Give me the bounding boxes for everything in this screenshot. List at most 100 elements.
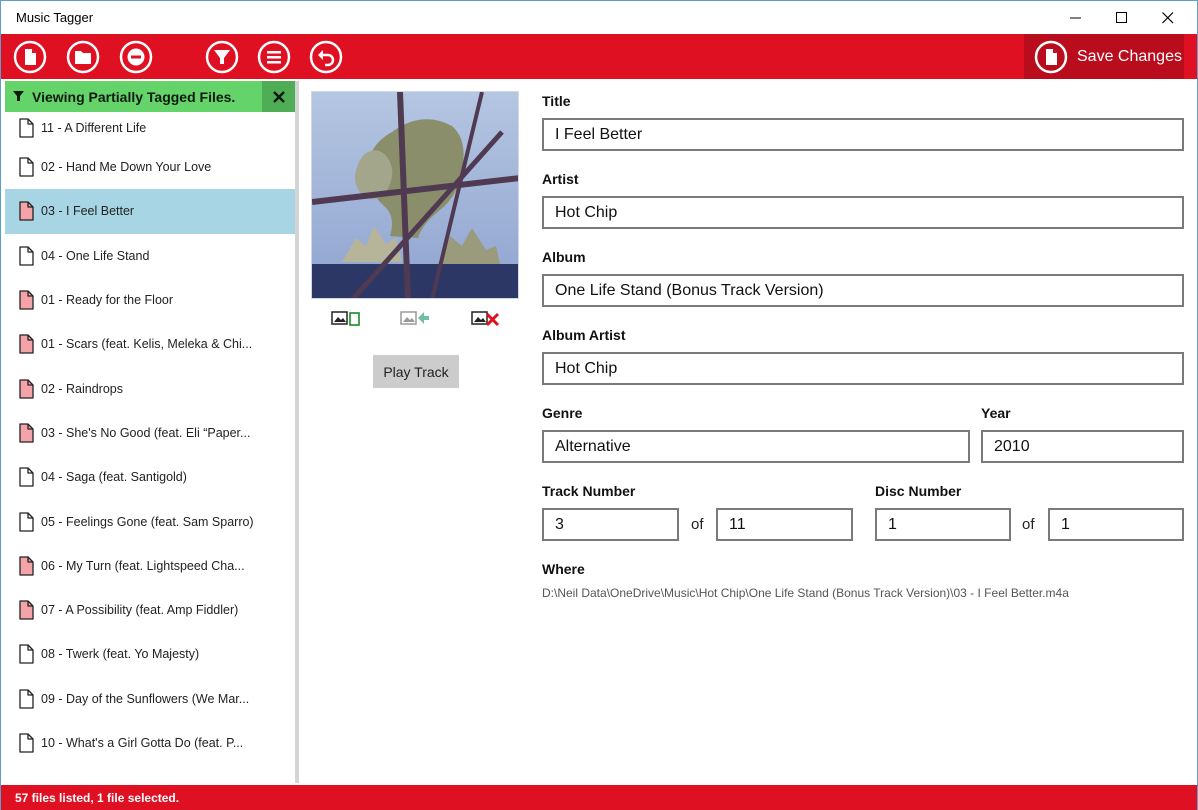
add-artwork-button[interactable] bbox=[331, 308, 361, 328]
track-number-field[interactable]: 3 bbox=[542, 508, 679, 541]
file-list-item[interactable]: 06 - My Turn (feat. Lightspeed Cha... bbox=[5, 544, 295, 588]
file-list-panel: Viewing Partially Tagged Files. 11 - A D… bbox=[5, 81, 295, 783]
save-icon bbox=[1034, 40, 1068, 74]
list-view-button[interactable] bbox=[257, 40, 291, 74]
clear-filter-button[interactable] bbox=[262, 81, 295, 112]
save-changes-button[interactable]: Save Changes bbox=[1024, 34, 1184, 79]
file-name: 03 - She's No Good (feat. Eli “Paper... bbox=[41, 425, 251, 440]
close-icon bbox=[1162, 11, 1174, 23]
filter-button[interactable] bbox=[205, 40, 239, 74]
file-icon bbox=[19, 556, 34, 576]
genre-label: Genre bbox=[542, 405, 583, 421]
where-label: Where bbox=[542, 561, 585, 577]
file-name: 08 - Twerk (feat. Yo Majesty) bbox=[41, 647, 200, 662]
artist-field[interactable]: Hot Chip bbox=[542, 196, 1184, 229]
file-icon bbox=[19, 511, 34, 532]
undo-icon bbox=[309, 40, 343, 74]
file-list-item[interactable]: 10 - What's a Girl Gotta Do (feat. P... bbox=[5, 721, 295, 765]
restore-image-icon bbox=[400, 311, 429, 325]
artist-label: Artist bbox=[542, 171, 579, 187]
album-field[interactable]: One Life Stand (Bonus Track Version) bbox=[542, 274, 1184, 307]
remove-artwork-button[interactable] bbox=[471, 308, 501, 328]
title-field[interactable]: I Feel Better bbox=[542, 118, 1184, 151]
disc-number-field[interactable]: 1 bbox=[875, 508, 1011, 541]
file-icon bbox=[19, 334, 34, 354]
filter-banner-text: Viewing Partially Tagged Files. bbox=[32, 89, 236, 105]
file-name: 11 - A Different Life bbox=[41, 121, 147, 135]
file-list-item[interactable]: 05 - Feelings Gone (feat. Sam Sparro) bbox=[5, 499, 295, 543]
file-list-item[interactable]: 07 - A Possibility (feat. Amp Fiddler) bbox=[5, 588, 295, 632]
album-artist-field[interactable]: Hot Chip bbox=[542, 352, 1184, 385]
file-list-item[interactable]: 03 - She's No Good (feat. Eli “Paper... bbox=[5, 411, 295, 455]
file-name: 02 - Hand Me Down Your Love bbox=[41, 160, 212, 175]
file-name: 06 - My Turn (feat. Lightspeed Cha... bbox=[41, 558, 245, 573]
file-list-item[interactable]: 08 - Twerk (feat. Yo Majesty) bbox=[5, 632, 295, 676]
minimize-icon bbox=[1070, 17, 1081, 18]
new-file-icon bbox=[13, 40, 47, 74]
file-list-item[interactable]: 04 - One Life Stand bbox=[5, 234, 295, 278]
file-name: 05 - Feelings Gone (feat. Sam Sparro) bbox=[41, 514, 254, 529]
file-icon bbox=[19, 290, 34, 310]
year-label: Year bbox=[981, 405, 1011, 421]
status-text: 57 files listed, 1 file selected. bbox=[15, 791, 180, 805]
title-label: Title bbox=[542, 93, 571, 109]
app-window: Music Tagger Save Changes Viewing Partia… bbox=[0, 0, 1198, 810]
track-number-label: Track Number bbox=[542, 483, 636, 499]
play-track-button[interactable]: Play Track bbox=[373, 355, 459, 388]
funnel-icon bbox=[13, 91, 24, 101]
close-window-button[interactable] bbox=[1145, 1, 1191, 34]
disc-total-field[interactable]: 1 bbox=[1048, 508, 1184, 541]
new-file-button[interactable] bbox=[13, 40, 47, 74]
status-bar: 57 files listed, 1 file selected. bbox=[1, 785, 1197, 810]
file-list-item[interactable]: 02 - Raindrops bbox=[5, 366, 295, 410]
file-name: 01 - Ready for the Floor bbox=[41, 293, 174, 308]
file-icon bbox=[19, 201, 34, 222]
disc-of-label: of bbox=[1022, 516, 1035, 533]
track-total-field[interactable]: 11 bbox=[716, 508, 853, 541]
file-icon bbox=[19, 118, 34, 138]
file-list-item[interactable]: 02 - Hand Me Down Your Love bbox=[5, 145, 295, 189]
file-list-item[interactable]: 04 - Saga (feat. Santigold) bbox=[5, 455, 295, 499]
file-name: 04 - One Life Stand bbox=[41, 248, 150, 263]
album-artwork bbox=[311, 91, 519, 299]
filter-icon bbox=[205, 40, 239, 74]
file-list-item[interactable]: 01 - Scars (feat. Kelis, Meleka & Chi... bbox=[5, 322, 295, 366]
file-icon bbox=[19, 246, 34, 266]
file-icon bbox=[19, 689, 34, 709]
remove-button[interactable] bbox=[119, 40, 153, 74]
file-list: 11 - A Different Life 02 - Hand Me Down Y… bbox=[5, 112, 295, 765]
year-field[interactable]: 2010 bbox=[981, 430, 1184, 463]
file-name: 02 - Raindrops bbox=[41, 381, 123, 396]
remove-icon bbox=[119, 40, 153, 74]
file-name: 04 - Saga (feat. Santigold) bbox=[41, 470, 187, 485]
undo-button[interactable] bbox=[309, 40, 343, 74]
minimize-button[interactable] bbox=[1053, 1, 1099, 34]
file-list-item[interactable]: 03 - I Feel Better bbox=[5, 189, 295, 234]
maximize-button[interactable] bbox=[1099, 1, 1145, 34]
file-name: 09 - Day of the Sunflowers (We Mar... bbox=[41, 691, 250, 706]
file-list-item[interactable]: 11 - A Different Life bbox=[5, 112, 295, 145]
file-list-item[interactable]: 09 - Day of the Sunflowers (We Mar... bbox=[5, 677, 295, 721]
file-name: 07 - A Possibility (feat. Amp Fiddler) bbox=[41, 603, 239, 618]
open-folder-icon bbox=[66, 40, 100, 74]
file-icon bbox=[19, 423, 34, 443]
file-name: 01 - Scars (feat. Kelis, Meleka & Chi... bbox=[41, 337, 253, 352]
file-name: 03 - I Feel Better bbox=[41, 204, 135, 219]
file-list-item[interactable]: 01 - Ready for the Floor bbox=[5, 278, 295, 322]
add-image-icon bbox=[331, 311, 360, 326]
filter-banner: Viewing Partially Tagged Files. bbox=[5, 81, 295, 112]
album-label: Album bbox=[542, 249, 586, 265]
album-artist-label: Album Artist bbox=[542, 327, 626, 343]
toolbar: Save Changes bbox=[1, 34, 1197, 79]
track-of-label: of bbox=[691, 516, 704, 533]
file-icon bbox=[19, 600, 34, 620]
maximize-icon bbox=[1116, 11, 1127, 23]
genre-field[interactable]: Alternative bbox=[542, 430, 970, 463]
file-list-scrollbar[interactable] bbox=[295, 81, 299, 783]
open-folder-button[interactable] bbox=[66, 40, 100, 74]
restore-artwork-button[interactable] bbox=[400, 308, 430, 328]
close-icon bbox=[272, 90, 285, 103]
window-title: Music Tagger bbox=[16, 10, 94, 25]
file-icon bbox=[19, 378, 34, 399]
title-bar: Music Tagger bbox=[1, 1, 1197, 34]
